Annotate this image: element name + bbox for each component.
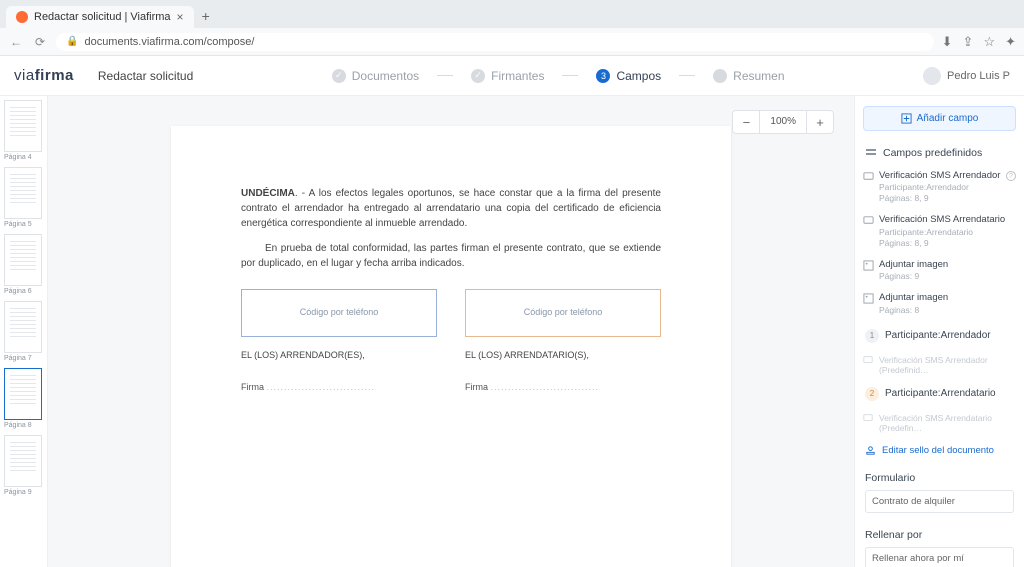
thumb-page-7[interactable]: Página 7 bbox=[4, 301, 43, 362]
participant-badge: 1 bbox=[865, 329, 879, 343]
add-field-button[interactable]: Añadir campo bbox=[863, 106, 1016, 131]
signer-label-1: EL (LOS) ARRENDADOR(ES), bbox=[241, 349, 437, 363]
clause-text: UNDÉCIMA. - A los efectos legales oportu… bbox=[241, 186, 661, 231]
step-firmantes[interactable]: ✓Firmantes bbox=[471, 69, 544, 83]
participant-arrendatario[interactable]: 2 Participante:Arrendatario bbox=[855, 379, 1024, 409]
page-thumbnails[interactable]: Página 4 Página 5 Página 6 Página 7 Pági… bbox=[0, 96, 48, 567]
step-campos[interactable]: 3Campos bbox=[596, 69, 661, 83]
field-image-1[interactable]: Adjuntar imagen Páginas: 9 bbox=[855, 254, 1024, 287]
user-name: Pedro Luis P bbox=[947, 70, 1010, 82]
zoom-out-button[interactable]: − bbox=[733, 111, 759, 133]
field-sms-arrendador[interactable]: Verificación SMS Arrendador Participante… bbox=[855, 165, 1024, 209]
address-bar[interactable]: 🔒 documents.viafirma.com/compose/ bbox=[56, 33, 934, 51]
signature-row: Código por teléfono EL (LOS) ARRENDADOR(… bbox=[241, 289, 661, 394]
paragraph-2: En prueba de total conformidad, las part… bbox=[241, 241, 661, 271]
thumb-page-8[interactable]: Página 8 bbox=[4, 368, 43, 429]
participant-1-subitem[interactable]: Verificación SMS Arrendador (Predefinid… bbox=[855, 351, 1024, 379]
image-icon bbox=[863, 260, 874, 271]
tab-title: Redactar solicitud | Viafirma bbox=[34, 11, 171, 23]
user-menu[interactable]: Pedro Luis P bbox=[923, 67, 1010, 85]
sms-icon bbox=[863, 355, 873, 365]
download-icon[interactable]: ⬇ bbox=[942, 34, 953, 50]
fill-by-header: Rellenar por bbox=[865, 529, 1014, 541]
zoom-in-button[interactable]: + bbox=[807, 111, 833, 133]
browser-tab[interactable]: Redactar solicitud | Viafirma × bbox=[6, 6, 194, 28]
list-icon bbox=[865, 147, 877, 159]
thumb-page-9[interactable]: Página 9 bbox=[4, 435, 43, 496]
star-icon[interactable]: ☆ bbox=[983, 34, 995, 50]
edit-seal-button[interactable]: Editar sello del documento bbox=[855, 437, 1024, 464]
page-title: Redactar solicitud bbox=[98, 69, 193, 83]
thumb-page-4[interactable]: Página 4 bbox=[4, 100, 43, 161]
sms-icon bbox=[863, 413, 873, 423]
fields-panel: Añadir campo Campos predefinidos Verific… bbox=[854, 96, 1024, 567]
url-text: documents.viafirma.com/compose/ bbox=[84, 36, 254, 48]
signature-line-1: Firma ............................... bbox=[241, 381, 437, 395]
workspace: Página 4 Página 5 Página 6 Página 7 Pági… bbox=[0, 96, 1024, 567]
tab-favicon bbox=[16, 11, 28, 23]
logo: viafirma bbox=[14, 67, 74, 84]
wizard-steps: ✓Documentos ✓Firmantes 3Campos Resumen bbox=[193, 69, 923, 83]
field-sms-arrendatario[interactable]: Verificación SMS Arrendatario Participan… bbox=[855, 209, 1024, 253]
form-name-input[interactable] bbox=[865, 490, 1014, 513]
share-icon[interactable]: ⇪ bbox=[963, 34, 974, 50]
image-icon bbox=[863, 293, 874, 304]
fill-by-select[interactable] bbox=[865, 547, 1014, 567]
signature-field-arrendador[interactable]: Código por teléfono bbox=[241, 289, 437, 337]
participant-badge: 2 bbox=[865, 387, 879, 401]
thumb-page-6[interactable]: Página 6 bbox=[4, 234, 43, 295]
sms-icon bbox=[863, 171, 874, 182]
document-page: UNDÉCIMA. - A los efectos legales oportu… bbox=[171, 126, 731, 567]
browser-url-bar: ← ⟳ 🔒 documents.viafirma.com/compose/ ⬇ … bbox=[0, 28, 1024, 56]
predefined-fields-header: Campos predefinidos bbox=[855, 141, 1024, 165]
step-resumen[interactable]: Resumen bbox=[713, 69, 784, 83]
thumb-page-5[interactable]: Página 5 bbox=[4, 167, 43, 228]
help-icon[interactable]: ? bbox=[1006, 171, 1016, 181]
browser-actions: ⬇ ⇪ ☆ ✦ bbox=[942, 34, 1016, 50]
participant-arrendador[interactable]: 1 Participante:Arrendador bbox=[855, 321, 1024, 351]
close-icon[interactable]: × bbox=[177, 10, 184, 24]
browser-tab-strip: Redactar solicitud | Viafirma × + bbox=[0, 0, 1024, 28]
stamp-icon bbox=[865, 445, 876, 456]
signature-line-2: Firma ............................... bbox=[465, 381, 661, 395]
step-documentos[interactable]: ✓Documentos bbox=[332, 69, 419, 83]
app-header: viafirma Redactar solicitud ✓Documentos … bbox=[0, 56, 1024, 96]
reload-button[interactable]: ⟳ bbox=[32, 35, 48, 49]
lock-icon: 🔒 bbox=[66, 36, 78, 47]
avatar bbox=[923, 67, 941, 85]
plus-box-icon bbox=[901, 113, 912, 124]
zoom-control: − 100% + bbox=[732, 110, 834, 134]
zoom-level: 100% bbox=[759, 111, 807, 133]
new-tab-button[interactable]: + bbox=[194, 4, 218, 28]
document-canvas[interactable]: − 100% + UNDÉCIMA. - A los efectos legal… bbox=[48, 96, 854, 567]
participant-2-subitem[interactable]: Verificación SMS Arrendatario (Predefin… bbox=[855, 409, 1024, 437]
signer-label-2: EL (LOS) ARRENDATARIO(S), bbox=[465, 349, 661, 363]
signature-field-arrendatario[interactable]: Código por teléfono bbox=[465, 289, 661, 337]
extensions-icon[interactable]: ✦ bbox=[1005, 34, 1016, 50]
sms-icon bbox=[863, 215, 874, 226]
field-image-2[interactable]: Adjuntar imagen Páginas: 8 bbox=[855, 287, 1024, 320]
back-button[interactable]: ← bbox=[8, 35, 24, 49]
form-section-header: Formulario bbox=[865, 472, 1014, 484]
